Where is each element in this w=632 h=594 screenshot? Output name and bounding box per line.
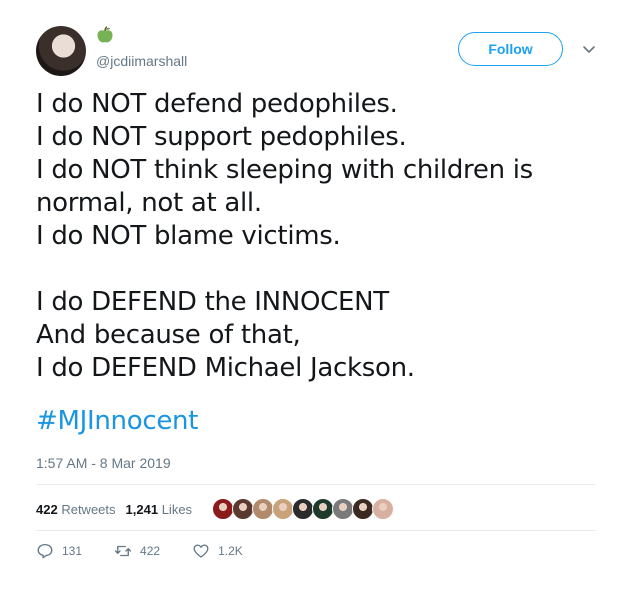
liker-avatar[interactable] — [252, 498, 275, 520]
tweet-line: I do NOT think sleeping with children is — [36, 155, 533, 185]
reply-count: 131 — [62, 544, 83, 558]
liker-avatar[interactable] — [212, 498, 235, 520]
likes-label: Likes — [161, 501, 193, 517]
user-handle[interactable]: @jcdiimarshall — [96, 53, 187, 69]
retweet-count: 422 — [140, 544, 161, 558]
tweet-line: I do DEFEND Michael Jackson. — [36, 353, 415, 383]
liker-avatar[interactable] — [292, 498, 315, 520]
liker-avatar[interactable] — [352, 498, 375, 520]
retweets-stat[interactable]: 422 Retweets — [36, 502, 116, 517]
like-button[interactable]: 1.2K — [192, 542, 243, 560]
tweet-header: @jcdiimarshall Follow — [36, 20, 616, 80]
liker-avatar[interactable] — [312, 498, 335, 520]
tweet-line: I do NOT defend pedophiles. — [36, 89, 398, 119]
hashtag-link[interactable]: #MJInnocent — [36, 406, 198, 436]
likes-count: 1,241 — [125, 501, 159, 517]
liker-avatar[interactable] — [272, 498, 295, 520]
engagement-stats: 422 Retweets 1,241 Likes — [36, 492, 395, 526]
green-apple-icon — [97, 26, 113, 43]
retweets-count: 422 — [36, 501, 58, 517]
tweet-line: I do DEFEND the INNOCENT — [36, 287, 389, 317]
follow-button[interactable]: Follow — [458, 32, 563, 66]
liker-avatar[interactable] — [332, 498, 355, 520]
tweet-line: And because of that, — [36, 320, 301, 350]
action-bar: 131 422 1.2K — [36, 542, 275, 560]
liker-avatar[interactable] — [372, 498, 395, 520]
liker-avatar[interactable] — [232, 498, 255, 520]
tweet-line: normal, not at all. — [36, 188, 262, 218]
tweet-line: I do NOT support pedophiles. — [36, 122, 407, 152]
avatar[interactable] — [36, 26, 86, 76]
like-count: 1.2K — [218, 544, 243, 558]
tweet-text: I do NOT defend pedophiles. I do NOT sup… — [36, 88, 596, 385]
tweet-timestamp[interactable]: 1:57 AM - 8 Mar 2019 — [36, 455, 171, 471]
liker-avatars — [212, 498, 395, 520]
chevron-down-icon[interactable] — [580, 40, 598, 58]
reply-icon — [37, 543, 53, 559]
retweet-button[interactable]: 422 — [114, 542, 160, 560]
tweet-line: I do NOT blame victims. — [36, 221, 341, 251]
heart-icon — [193, 544, 209, 558]
likes-stat[interactable]: 1,241 Likes — [126, 502, 193, 517]
retweets-label: Retweets — [61, 501, 116, 517]
reply-button[interactable]: 131 — [36, 542, 82, 560]
divider — [36, 530, 596, 531]
retweet-icon — [114, 545, 132, 557]
divider — [36, 484, 596, 485]
